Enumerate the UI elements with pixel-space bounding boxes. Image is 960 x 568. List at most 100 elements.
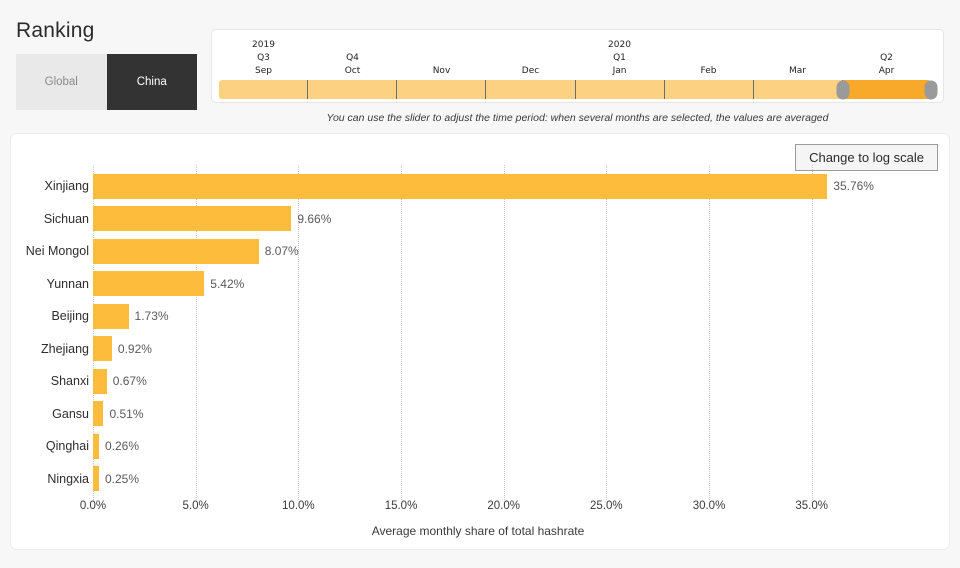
bar-category-label: Beijing [51, 309, 89, 324]
slider-year-label: 2019 [252, 40, 275, 50]
bar-rect[interactable] [93, 433, 99, 459]
slider-month-label: Jan [612, 66, 627, 76]
slider-segment-sep[interactable] [219, 80, 309, 99]
slider-segment-feb[interactable] [664, 80, 754, 99]
bar-category-label: Sichuan [43, 211, 89, 226]
slider-label-jan: 2020 Q1 Jan [575, 36, 664, 78]
slider-handle-right[interactable] [924, 80, 938, 99]
bar-value-label: 0.51% [109, 406, 144, 421]
x-tick-label: 0.0% [79, 500, 107, 512]
bar-category-label: Nei Mongol [25, 244, 89, 259]
chart-card: Change to log scale Xinjiang 35.76% Sichua… [10, 133, 950, 550]
slider-year-label: 2020 [608, 40, 631, 50]
bar-category-label: Yunnan [46, 276, 89, 291]
bar-row[interactable]: Zhejiang 0.92% [11, 333, 951, 366]
bar-track: 5.42% [93, 268, 244, 301]
bar-value-label: 0.25% [105, 471, 140, 486]
bar-value-label: 9.66% [297, 211, 332, 226]
bar-row[interactable]: Ningxia 0.25% [11, 463, 951, 496]
slider-label-nov: Nov [397, 36, 486, 78]
time-slider-labels: 2019 Q3 Sep Q4 Oct Nov Dec 2020 Q1 Jan Feb Mar… [219, 36, 931, 78]
toggle-option-china[interactable]: China [106, 54, 197, 110]
slider-label-mar: Mar [753, 36, 842, 78]
bar-row[interactable]: Sichuan 9.66% [11, 203, 951, 236]
bar-rect[interactable] [93, 303, 129, 329]
slider-year-label [796, 39, 799, 52]
bar-track: 0.67% [93, 365, 147, 398]
time-slider-track[interactable] [219, 80, 938, 99]
slider-quarter-label: Q3 [257, 53, 270, 63]
x-tick-label: 35.0% [795, 500, 828, 512]
chart-bars: Xinjiang 35.76% Sichuan 9.66% Nei Mongol 8.07… [11, 170, 951, 495]
slider-year-label [707, 39, 710, 52]
slider-segment-dec[interactable] [486, 80, 576, 99]
slider-segment-jan[interactable] [575, 80, 665, 99]
x-tick-label: 5.0% [182, 500, 209, 512]
x-tick-label: 15.0% [384, 500, 418, 512]
bar-track: 8.07% [93, 235, 299, 268]
bar-row[interactable]: Xinjiang 35.76% [11, 170, 951, 203]
x-tick-label: 10.0% [282, 500, 315, 512]
slider-month-label: Dec [521, 66, 540, 76]
slider-segment-mar[interactable] [753, 80, 843, 99]
bar-category-label: Xinjiang [44, 179, 89, 194]
bar-chart-plot: Xinjiang 35.76% Sichuan 9.66% Nei Mongol 8.07… [11, 134, 951, 551]
bar-category-label: Shanxi [50, 374, 89, 389]
slider-year-label [529, 39, 532, 52]
x-axis-title: Average monthly share of total hashrate [371, 524, 585, 538]
bar-rect[interactable] [93, 271, 205, 297]
bar-row[interactable]: Nei Mongol 8.07% [11, 235, 951, 268]
bar-value-label: 35.76% [833, 179, 874, 194]
slider-label-oct: Q4 Oct [308, 36, 397, 78]
slider-quarter-label [707, 52, 710, 65]
slider-month-label: Nov [432, 66, 451, 76]
slider-segment-apr[interactable] [836, 80, 938, 99]
region-toggle: Global China [16, 54, 197, 110]
x-tick-label: 20.0% [487, 500, 520, 512]
bar-track: 1.73% [93, 300, 169, 333]
bar-value-label: 0.26% [105, 439, 140, 454]
bar-track: 0.26% [93, 430, 139, 463]
slider-year-label [885, 39, 888, 52]
x-axis-ticks: 0.0% 5.0% 10.0% 15.0% 20.0% 25.0% 30.0% 35.0% [11, 500, 951, 522]
bar-category-label: Zhejiang [41, 341, 89, 356]
bar-rect[interactable] [93, 368, 107, 394]
slider-quarter-label [529, 52, 532, 65]
bar-category-label: Qinghai [45, 439, 89, 454]
bar-value-label: 0.67% [112, 374, 147, 389]
slider-month-label: Feb [700, 66, 717, 76]
slider-segment-nov[interactable] [397, 80, 487, 99]
bar-track: 35.76% [93, 170, 874, 203]
x-tick-label: 25.0% [590, 500, 623, 512]
bar-row[interactable]: Qinghai 0.26% [11, 430, 951, 463]
toggle-option-global[interactable]: Global [16, 54, 107, 110]
bar-rect[interactable] [93, 336, 112, 362]
slider-label-dec: Dec [486, 36, 575, 78]
slider-label-sep: 2019 Q3 Sep [219, 36, 308, 78]
bar-category-label: Gansu [52, 406, 89, 421]
bar-rect[interactable] [93, 466, 99, 492]
bar-row[interactable]: Shanxi 0.67% [11, 365, 951, 398]
bar-rect[interactable] [93, 238, 259, 264]
slider-quarter-label: Q2 [880, 53, 893, 63]
bar-row[interactable]: Yunnan 5.42% [11, 268, 951, 301]
bar-rect[interactable] [93, 401, 104, 427]
bar-rect[interactable] [93, 206, 292, 232]
slider-month-label: Sep [255, 66, 272, 76]
slider-handle-left[interactable] [836, 80, 850, 99]
slider-label-feb: Feb [664, 36, 753, 78]
bar-track: 9.66% [93, 203, 331, 236]
slider-label-apr: Q2 Apr [842, 36, 931, 78]
slider-quarter-label [440, 52, 443, 65]
slider-year-label [351, 39, 354, 52]
bar-track: 0.92% [93, 333, 152, 366]
slider-month-label: Mar [789, 66, 806, 76]
bar-value-label: 8.07% [264, 244, 299, 259]
bar-track: 0.25% [93, 463, 139, 496]
bar-row[interactable]: Beijing 1.73% [11, 300, 951, 333]
slider-segment-oct[interactable] [308, 80, 398, 99]
time-slider-card: 2019 Q3 Sep Q4 Oct Nov Dec 2020 Q1 Jan Feb Mar… [211, 29, 944, 103]
bar-rect[interactable] [93, 173, 828, 199]
slider-month-label: Oct [344, 66, 361, 76]
bar-row[interactable]: Gansu 0.51% [11, 398, 951, 431]
